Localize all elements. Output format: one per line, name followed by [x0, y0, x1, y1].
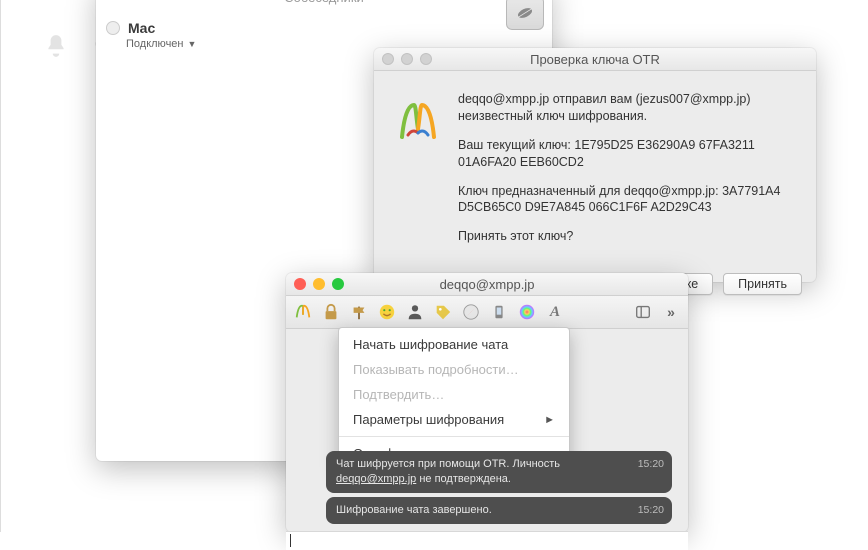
chat-toolbar: A »: [286, 296, 688, 329]
otr-dialog-title: Проверка ключа OTR: [530, 52, 660, 67]
contact-name: Mac: [128, 20, 155, 36]
bird-logo-icon[interactable]: [294, 303, 312, 321]
chevron-down-icon: ▼: [188, 39, 197, 49]
accept-button[interactable]: Принять: [723, 273, 802, 295]
text-caret: [290, 534, 291, 547]
pref-icon-bell[interactable]: [43, 33, 69, 59]
traffic-min-icon[interactable]: [401, 53, 413, 65]
menu-start-encryption[interactable]: Начать шифрование чата: [339, 332, 569, 357]
msg-timestamp: 15:20: [638, 457, 664, 471]
chat-titlebar: deqqo@xmpp.jp: [286, 273, 688, 296]
traffic-zoom-icon[interactable]: [332, 278, 344, 290]
otr-line-4: Принять этот ключ?: [458, 228, 796, 245]
system-message: Шифрование чата завершено. 15:20: [326, 497, 672, 524]
menu-verify: Подтвердить…: [339, 382, 569, 407]
compose-button[interactable]: [506, 0, 544, 30]
status-indicator-icon: [106, 21, 120, 35]
contacts-header: Собеседники: [96, 0, 552, 12]
system-message: Чат шифруется при помощи OTR. Личность d…: [326, 451, 672, 493]
traffic-close-icon[interactable]: [382, 53, 394, 65]
app-logo-icon: [394, 91, 442, 257]
contact-row[interactable]: Mac: [96, 18, 552, 38]
safari-icon[interactable]: [462, 303, 480, 321]
tag-icon[interactable]: [434, 303, 452, 321]
overflow-icon[interactable]: »: [662, 303, 680, 321]
msg-text-prefix: Чат шифруется при помощи OTR. Личность: [336, 458, 560, 470]
menu-separator: [339, 436, 569, 437]
sign-icon[interactable]: [350, 303, 368, 321]
otr-line-3: Ключ предназначенный для deqqo@xmpp.jp: …: [458, 183, 796, 217]
chat-window: deqqo@xmpp.jp A: [286, 273, 688, 532]
otr-line-1: deqqo@xmpp.jp отправил вам (jezus007@xmp…: [458, 91, 796, 125]
otr-line-2: Ваш текущий ключ: 1E795D25 E36290A9 67FA…: [458, 137, 796, 171]
menu-show-details: Показывать подробности…: [339, 357, 569, 382]
chat-title: deqqo@xmpp.jp: [440, 277, 535, 292]
menu-encryption-options[interactable]: Параметры шифрования ►: [339, 407, 569, 432]
traffic-zoom-icon[interactable]: [420, 53, 432, 65]
traffic-min-icon[interactable]: [313, 278, 325, 290]
contact-status-text: Подключен: [126, 38, 184, 50]
color-icon[interactable]: [518, 303, 536, 321]
chat-input[interactable]: [286, 531, 688, 550]
chat-log: Чат шифруется при помощи OTR. Личность d…: [326, 451, 672, 524]
otr-dialog: Проверка ключа OTR deqqo@xmpp.jp отправи…: [374, 48, 816, 282]
lock-icon[interactable]: [322, 303, 340, 321]
msg-text: Шифрование чата завершено.: [336, 504, 492, 516]
traffic-close-icon[interactable]: [294, 278, 306, 290]
encryption-menu: Начать шифрование чата Показывать подроб…: [338, 327, 570, 471]
msg-timestamp: 15:20: [638, 503, 664, 517]
font-icon[interactable]: A: [546, 303, 564, 321]
sidebar-toggle-icon[interactable]: [634, 303, 652, 321]
person-icon[interactable]: [406, 303, 424, 321]
msg-text-suffix: не подтверждена.: [416, 473, 511, 485]
device-icon[interactable]: [490, 303, 508, 321]
otr-dialog-message: deqqo@xmpp.jp отправил вам (jezus007@xmp…: [458, 91, 796, 257]
chevron-right-icon: ►: [544, 414, 555, 426]
msg-contact-link[interactable]: deqqo@xmpp.jp: [336, 473, 416, 485]
smiley-icon[interactable]: [378, 303, 396, 321]
otr-dialog-titlebar: Проверка ключа OTR: [374, 48, 816, 71]
